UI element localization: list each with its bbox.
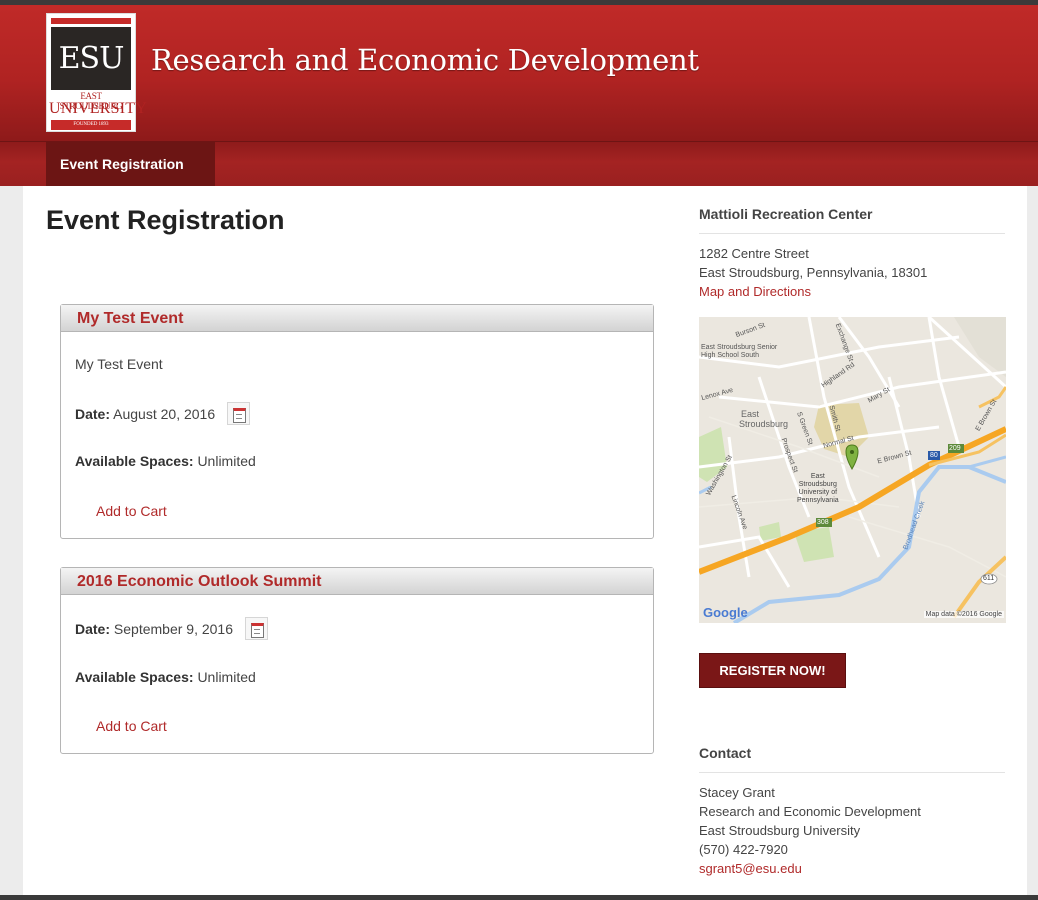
event-title[interactable]: 2016 Economic Outlook Summit	[61, 568, 653, 595]
event-date: Date: August 20, 2016	[75, 406, 215, 422]
site-header: ESU EAST STROUDSBURG UNIVERSITY FOUNDED …	[0, 5, 1038, 141]
logo-founded: FOUNDED 1893	[51, 120, 131, 130]
event-card-economic-outlook-summit: 2016 Economic Outlook Summit Date: Septe…	[60, 567, 654, 754]
contact-heading: Contact	[699, 745, 752, 761]
event-spaces: Available Spaces: Unlimited	[75, 669, 256, 685]
event-date: Date: September 9, 2016	[75, 621, 233, 637]
map-label-school: East Stroudsburg Senior	[701, 344, 778, 351]
event-date-label: Date:	[75, 406, 111, 422]
logo-top-stripe	[51, 18, 131, 24]
google-logo: Google	[703, 605, 748, 620]
page-title: Event Registration	[46, 205, 285, 235]
event-spaces-value: Unlimited	[197, 669, 256, 685]
bottom-border	[0, 895, 1038, 900]
contact-phone: (570) 422-7920	[699, 842, 788, 857]
event-spaces-label: Available Spaces:	[75, 453, 194, 469]
logo-mark: ESU	[51, 27, 131, 90]
event-spaces-label: Available Spaces:	[75, 669, 194, 685]
location-heading: Mattioli Recreation Center	[699, 206, 873, 222]
add-to-calendar-icon[interactable]	[245, 617, 268, 640]
contact-email-link[interactable]: sgrant5@esu.edu	[699, 861, 802, 876]
add-to-calendar-icon[interactable]	[227, 402, 250, 425]
event-title[interactable]: My Test Event	[61, 305, 653, 332]
event-spaces: Available Spaces: Unlimited	[75, 453, 256, 469]
route-308: 308	[817, 519, 829, 526]
map-label-univ-4: Pennsylvania	[797, 497, 839, 504]
event-date-value: August 20, 2016	[113, 406, 216, 422]
map-label-stroudsburg: Stroudsburg	[739, 419, 789, 429]
map-label-univ-3: University of	[798, 489, 838, 496]
site-title[interactable]: Research and Economic Development	[151, 43, 699, 77]
address-line-2: East Stroudsburg, Pennsylvania, 18301	[699, 265, 928, 280]
map-label-school-2: High School South	[701, 352, 759, 359]
add-to-cart-link[interactable]: Add to Cart	[96, 718, 167, 734]
route-80: 80	[930, 452, 938, 459]
esu-logo[interactable]: ESU EAST STROUDSBURG UNIVERSITY FOUNDED …	[46, 13, 147, 132]
contact-university: East Stroudsburg University	[699, 823, 861, 838]
map-directions-link[interactable]: Map and Directions	[699, 284, 811, 299]
contact-name: Stacey Grant	[699, 785, 775, 800]
divider	[699, 233, 1005, 234]
event-card-my-test-event: My Test Event My Test Event Date: August…	[60, 304, 654, 539]
route-611: 611	[983, 575, 995, 582]
location-map[interactable]: East Stroudsburg Senior High School Sout…	[699, 317, 1006, 623]
map-label-univ-1: East	[810, 473, 825, 480]
add-to-cart-link[interactable]: Add to Cart	[96, 503, 167, 519]
main-nav: Event Registration	[0, 141, 1038, 186]
map-label-east: East	[741, 409, 760, 419]
map-attribution[interactable]: Map data ©2016 Google	[923, 611, 1004, 618]
divider	[699, 772, 1005, 773]
nav-item-event-registration[interactable]: Event Registration	[46, 142, 215, 186]
event-date-value: September 9, 2016	[113, 621, 233, 637]
event-date-label: Date:	[75, 621, 111, 637]
map-label-univ-2: Stroudsburg	[798, 481, 837, 488]
address-line-1: 1282 Centre Street	[699, 246, 809, 261]
contact-department: Research and Economic Development	[699, 804, 921, 819]
register-now-button[interactable]: REGISTER NOW!	[699, 653, 846, 688]
route-209: 209	[949, 445, 961, 452]
event-description: My Test Event	[75, 356, 163, 372]
event-spaces-value: Unlimited	[197, 453, 256, 469]
logo-line-university: UNIVERSITY	[49, 100, 147, 117]
